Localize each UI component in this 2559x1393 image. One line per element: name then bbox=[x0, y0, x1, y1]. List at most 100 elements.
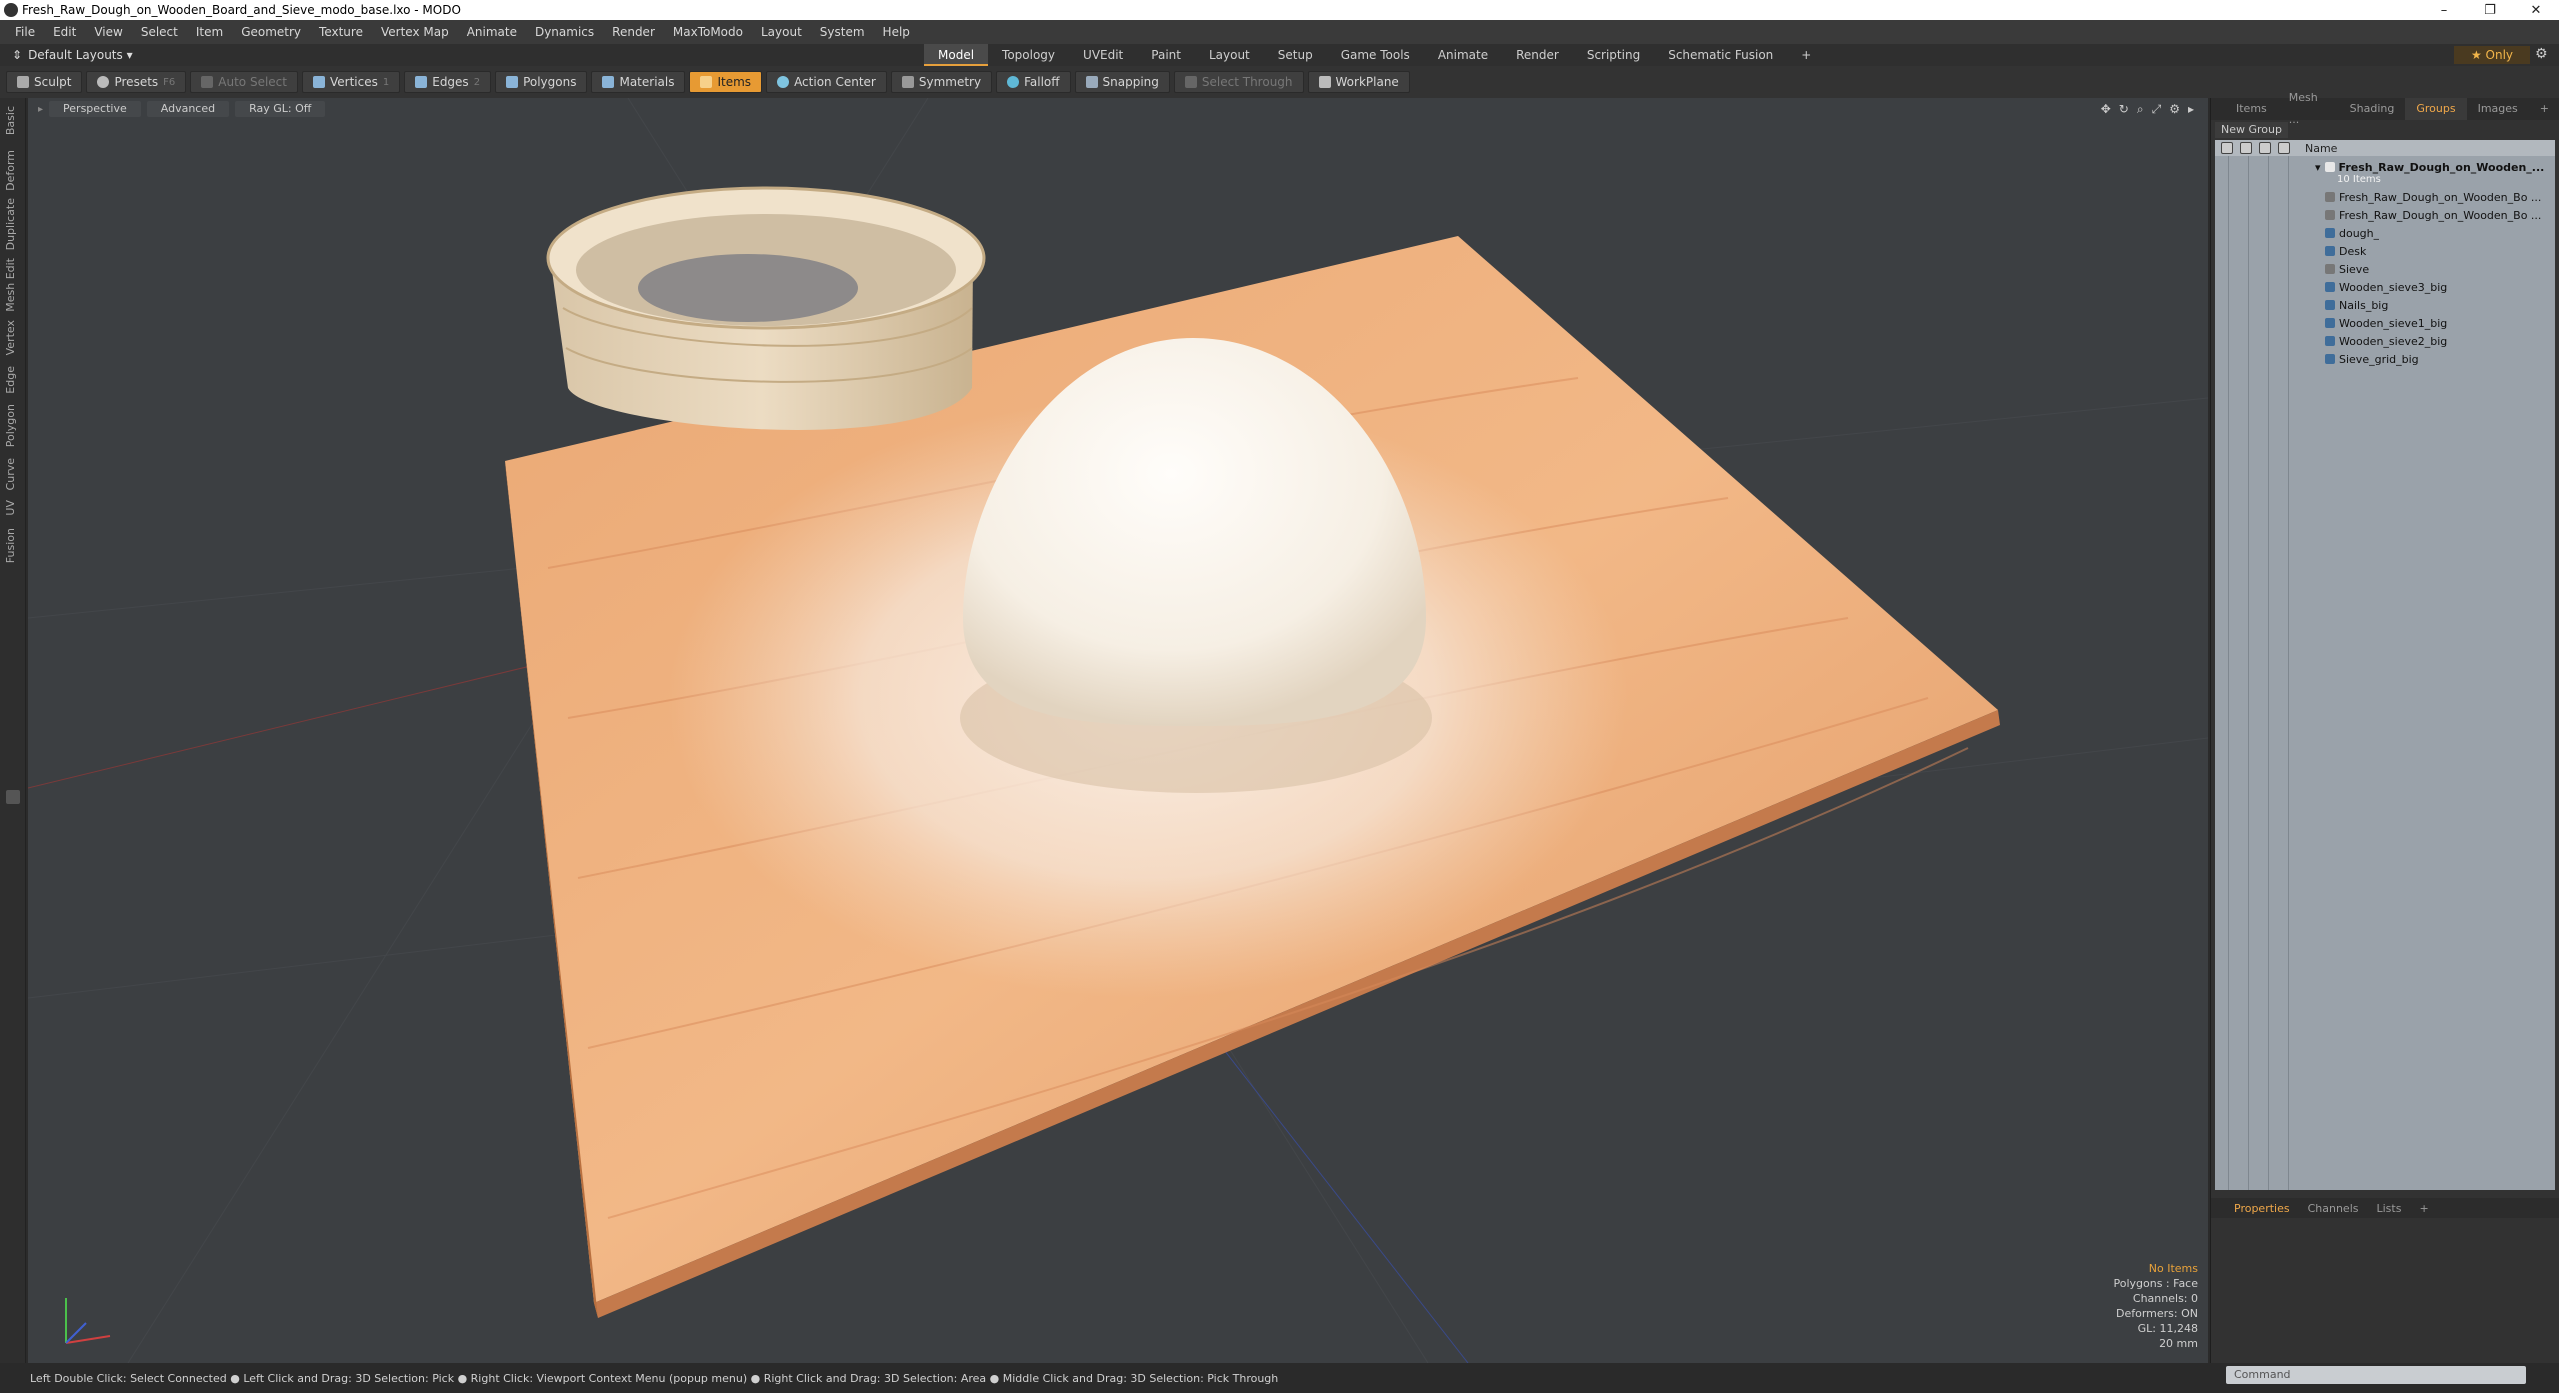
auto-select-button[interactable]: Auto Select bbox=[190, 71, 298, 93]
tree-item-row[interactable]: Desk bbox=[2215, 242, 2555, 260]
menu-file[interactable]: File bbox=[6, 25, 44, 39]
tab-mesh-edit[interactable]: Mesh Edit bbox=[4, 258, 17, 312]
tab-images[interactable]: Images bbox=[2467, 98, 2529, 120]
tab-layout[interactable]: Layout bbox=[1195, 44, 1264, 66]
tab-paint[interactable]: Paint bbox=[1137, 44, 1195, 66]
gear-icon[interactable]: ⚙ bbox=[2535, 46, 2548, 62]
perspective-dropdown[interactable]: Perspective bbox=[49, 101, 141, 117]
tab-setup[interactable]: Setup bbox=[1264, 44, 1327, 66]
select-column-icon[interactable] bbox=[2278, 142, 2290, 154]
menu-layout[interactable]: Layout bbox=[752, 25, 811, 39]
default-layouts-dropdown[interactable]: ⇕ Default Layouts ▾ bbox=[0, 48, 260, 62]
tree-item-row[interactable]: Wooden_sieve2_big bbox=[2215, 332, 2555, 350]
maximize-button[interactable]: ❐ bbox=[2467, 3, 2513, 18]
menu-item[interactable]: Item bbox=[187, 25, 232, 39]
visibility-column-icon[interactable] bbox=[2221, 142, 2233, 154]
sculpt-button[interactable]: Sculpt bbox=[6, 71, 83, 93]
tab-polygon[interactable]: Polygon bbox=[4, 404, 17, 447]
falloff-button[interactable]: Falloff bbox=[996, 71, 1071, 93]
select-through-button[interactable]: Select Through bbox=[1173, 71, 1304, 93]
viewport-nav-icons: ✥ ↻ ⌕ ⤢ ⚙ ▸ bbox=[2101, 102, 2194, 117]
tab-groups[interactable]: Groups bbox=[2405, 98, 2467, 120]
tab-game-tools[interactable]: Game Tools bbox=[1327, 44, 1424, 66]
menu-animate[interactable]: Animate bbox=[458, 25, 526, 39]
tree-item-row[interactable]: Fresh_Raw_Dough_on_Wooden_Bo ... bbox=[2215, 206, 2555, 224]
tab-properties[interactable]: Properties bbox=[2225, 1202, 2299, 1215]
menu-geometry[interactable]: Geometry bbox=[232, 25, 310, 39]
menu-system[interactable]: System bbox=[811, 25, 874, 39]
tab-fusion[interactable]: Fusion bbox=[4, 528, 17, 563]
minimize-button[interactable]: – bbox=[2421, 3, 2467, 18]
tab-topology[interactable]: Topology bbox=[988, 44, 1069, 66]
tab-channels[interactable]: Channels bbox=[2299, 1202, 2368, 1215]
tree-item-row[interactable]: Wooden_sieve3_big bbox=[2215, 278, 2555, 296]
raygl-dropdown[interactable]: Ray GL: Off bbox=[235, 101, 326, 117]
tab-render[interactable]: Render bbox=[1502, 44, 1573, 66]
viewport-menu-icon[interactable]: ▸ bbox=[38, 104, 43, 115]
menu-help[interactable]: Help bbox=[874, 25, 919, 39]
add-panel-tab-button[interactable]: + bbox=[2529, 98, 2559, 120]
tree-item-row[interactable]: Wooden_sieve1_big bbox=[2215, 314, 2555, 332]
3d-viewport[interactable]: ▸ Perspective Advanced Ray GL: Off ✥ ↻ ⌕… bbox=[28, 98, 2208, 1363]
tree-item-row[interactable]: dough_ bbox=[2215, 224, 2555, 242]
action-center-button[interactable]: Action Center bbox=[766, 71, 887, 93]
symmetry-button[interactable]: Symmetry bbox=[890, 71, 993, 93]
tab-deform[interactable]: Deform bbox=[4, 150, 17, 191]
tree-item-row[interactable]: Sieve bbox=[2215, 260, 2555, 278]
tab-scripting[interactable]: Scripting bbox=[1573, 44, 1654, 66]
edges-button[interactable]: Edges 2 bbox=[404, 71, 492, 93]
tab-duplicate[interactable]: Duplicate bbox=[4, 198, 17, 250]
tab-curve[interactable]: Curve bbox=[4, 458, 17, 490]
tab-uv[interactable]: UV bbox=[4, 500, 17, 516]
viewport-gear-icon[interactable]: ⚙ bbox=[2169, 102, 2180, 117]
command-input[interactable]: Command bbox=[2226, 1366, 2526, 1384]
polygons-button[interactable]: Polygons bbox=[495, 71, 588, 93]
tree-item-row[interactable]: Nails_big bbox=[2215, 296, 2555, 314]
viewport-scene[interactable] bbox=[28, 98, 2208, 1363]
menu-vertex-map[interactable]: Vertex Map bbox=[372, 25, 458, 39]
presets-button[interactable]: Presets F6 bbox=[86, 71, 187, 93]
lock-column-icon[interactable] bbox=[2259, 142, 2271, 154]
menu-select[interactable]: Select bbox=[132, 25, 187, 39]
tab-shading[interactable]: Shading bbox=[2339, 98, 2406, 120]
menu-dynamics[interactable]: Dynamics bbox=[526, 25, 603, 39]
menu-maxtomodo[interactable]: MaxToModo bbox=[664, 25, 752, 39]
falloff-label: Falloff bbox=[1024, 75, 1060, 89]
fit-icon[interactable]: ⤢ bbox=[2152, 102, 2162, 117]
tab-model[interactable]: Model bbox=[924, 44, 989, 66]
snapping-button[interactable]: Snapping bbox=[1074, 71, 1170, 93]
add-tab-button[interactable]: + bbox=[1787, 44, 1825, 66]
menu-render[interactable]: Render bbox=[603, 25, 664, 39]
tab-uvedit[interactable]: UVEdit bbox=[1069, 44, 1137, 66]
menu-view[interactable]: View bbox=[85, 25, 131, 39]
new-group-button[interactable]: New Group bbox=[2215, 122, 2288, 138]
shading-dropdown[interactable]: Advanced bbox=[146, 101, 230, 117]
tab-items[interactable]: Items bbox=[2225, 98, 2278, 120]
tab-vertex[interactable]: Vertex bbox=[4, 320, 17, 355]
add-properties-tab-button[interactable]: + bbox=[2410, 1202, 2437, 1215]
vertices-button[interactable]: Vertices 1 bbox=[301, 71, 401, 93]
tab-edge[interactable]: Edge bbox=[4, 366, 17, 394]
tab-basic[interactable]: Basic bbox=[4, 106, 17, 135]
tree-item-row[interactable]: Sieve_grid_big bbox=[2215, 350, 2555, 368]
items-button[interactable]: Items bbox=[689, 71, 763, 93]
zoom-icon[interactable]: ⌕ bbox=[2137, 102, 2144, 117]
pan-icon[interactable]: ✥ bbox=[2101, 102, 2111, 117]
tree-item-row[interactable]: Fresh_Raw_Dough_on_Wooden_Bo ... bbox=[2215, 188, 2555, 206]
polygons-icon bbox=[506, 76, 519, 88]
viewport-expand-icon[interactable]: ▸ bbox=[2188, 102, 2194, 117]
render-column-icon[interactable] bbox=[2240, 142, 2252, 154]
mesh-icon bbox=[2325, 354, 2335, 364]
tab-schematic-fusion[interactable]: Schematic Fusion bbox=[1654, 44, 1787, 66]
menu-texture[interactable]: Texture bbox=[310, 25, 372, 39]
tab-animate[interactable]: Animate bbox=[1424, 44, 1502, 66]
name-column-header[interactable]: Name bbox=[2299, 142, 2337, 155]
materials-button[interactable]: Materials bbox=[591, 71, 686, 93]
workplane-button[interactable]: WorkPlane bbox=[1307, 71, 1410, 93]
menu-edit[interactable]: Edit bbox=[44, 25, 85, 39]
close-button[interactable]: ✕ bbox=[2513, 3, 2559, 18]
rotate-icon[interactable]: ↻ bbox=[2119, 102, 2129, 117]
only-toggle[interactable]: ★ Only bbox=[2454, 46, 2530, 64]
tab-lists[interactable]: Lists bbox=[2368, 1202, 2411, 1215]
panel-toggle-icon[interactable] bbox=[6, 790, 20, 804]
